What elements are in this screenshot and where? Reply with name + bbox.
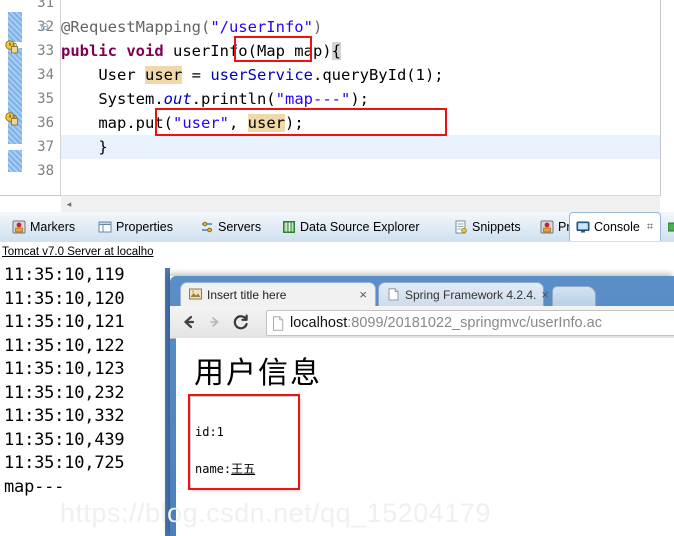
tab-markers[interactable]: Markers xyxy=(6,212,81,241)
close-brace-token: } xyxy=(98,138,108,156)
code-line-current: } xyxy=(61,135,660,159)
reload-button[interactable] xyxy=(228,309,254,335)
console-icon xyxy=(576,220,590,234)
line-number: 34 xyxy=(37,67,54,83)
punct-token: ) xyxy=(312,18,323,36)
servers-icon xyxy=(200,220,214,234)
close-tab-icon[interactable]: × xyxy=(541,287,549,302)
browser-tab-inactive[interactable]: Spring Framework 4.2.4. × xyxy=(378,282,549,306)
console-title: Tomcat v7.0 Server at localho xyxy=(2,246,154,258)
code-text-area[interactable]: @RequestMapping("/userInfo") public void… xyxy=(61,0,660,195)
tab-servers[interactable]: Servers xyxy=(194,212,267,241)
editor-horizontal-scrollbar[interactable]: ◂ xyxy=(61,195,660,212)
line-number: 33 xyxy=(37,43,54,59)
browser-tab-label: Spring Framework 4.2.4. xyxy=(405,287,537,302)
tab-console[interactable]: Console ⌗ xyxy=(569,212,661,241)
static-field-token: out xyxy=(163,90,192,108)
close-tab-icon[interactable]: × xyxy=(359,287,367,302)
console-view-menu-icon[interactable] xyxy=(662,212,674,241)
operator-token: = xyxy=(182,66,211,84)
tab-data-source-explorer[interactable]: Data Source Explorer xyxy=(276,212,426,241)
punct-token: ); xyxy=(350,90,369,108)
watermark: https://blog.csdn.net/qq_15204179 xyxy=(60,498,491,528)
string-token: "map---" xyxy=(275,90,351,108)
properties-icon xyxy=(98,220,112,234)
scroll-left-arrow[interactable]: ◂ xyxy=(63,198,75,210)
tab-label: Servers xyxy=(218,219,262,234)
field-token: userService xyxy=(210,66,313,84)
tab-label: Properties xyxy=(116,219,173,234)
code-editor[interactable]: 31 32 33 34 35 36 37 38 ⊖ @RequestMappin… xyxy=(0,0,674,212)
forward-button[interactable] xyxy=(202,309,228,335)
page-icon xyxy=(272,315,285,331)
problems-icon xyxy=(540,220,554,234)
system-token: System. xyxy=(98,90,164,108)
new-tab-button[interactable] xyxy=(552,286,596,307)
snippets-icon xyxy=(454,220,468,234)
code-line: public void userInfo(Map map){ xyxy=(61,39,660,63)
brace-token: { xyxy=(331,42,341,60)
markers-icon xyxy=(12,220,26,234)
code-line: @RequestMapping("/userInfo") xyxy=(61,15,660,39)
browser-window[interactable]: Insert title here × Spring Framework 4.2… xyxy=(170,276,674,536)
tab-label: Snippets xyxy=(472,219,521,234)
back-button[interactable] xyxy=(176,309,202,335)
address-bar-text: localhost:8099/20181022_springmvc/userIn… xyxy=(290,315,602,331)
highlight-box-user-info xyxy=(188,394,300,490)
console-title-text: Tomcat v7.0 Server at localho xyxy=(2,246,154,258)
terminal-icon xyxy=(667,220,674,234)
call-token: .queryById(1); xyxy=(312,66,444,84)
println-token: .println( xyxy=(191,90,276,108)
tab-properties[interactable]: Properties xyxy=(92,212,179,241)
browser-toolbar[interactable]: localhost:8099/20181022_springmvc/userIn… xyxy=(170,306,674,339)
line-number: 36 xyxy=(37,115,54,131)
data-source-explorer-icon xyxy=(282,220,296,234)
line-number: 37 xyxy=(37,139,54,155)
code-fold-toggle[interactable]: ⊖ xyxy=(40,15,52,39)
tab-label: Console xyxy=(594,220,640,234)
code-line: User user = userService.queryById(1); xyxy=(61,63,660,87)
favicon-icon xyxy=(189,288,202,301)
tab-label: Data Source Explorer xyxy=(300,219,420,234)
page-heading: 用户信息 xyxy=(194,356,322,391)
url-path: :8099/20181022_springmvc/userInfo.ac xyxy=(347,315,602,331)
line-number: 35 xyxy=(37,91,54,107)
editor-canvas[interactable]: 31 32 33 34 35 36 37 38 ⊖ @RequestMappin… xyxy=(0,0,661,196)
type-token: User xyxy=(98,66,145,84)
keyword-token: public void xyxy=(61,42,173,60)
browser-tab-active[interactable]: Insert title here × xyxy=(180,282,376,306)
tab-label: Markers xyxy=(30,219,76,234)
browser-tab-strip[interactable]: Insert title here × Spring Framework 4.2… xyxy=(170,276,674,307)
browser-tab-label: Insert title here xyxy=(207,287,287,302)
annotation-token: @RequestMapping( xyxy=(61,18,211,36)
string-token: "/userInfo" xyxy=(210,18,313,36)
highlight-box-map-param xyxy=(234,36,312,62)
view-tab-bar[interactable]: Markers Properties Servers Data Source E… xyxy=(0,212,674,243)
tab-snippets[interactable]: Snippets xyxy=(448,212,527,241)
favicon-icon xyxy=(387,288,400,301)
address-bar[interactable]: localhost:8099/20181022_springmvc/userIn… xyxy=(266,310,674,336)
line-number: 38 xyxy=(37,163,54,179)
local-var-token: user xyxy=(145,66,183,84)
close-icon[interactable]: ⌗ xyxy=(647,221,653,234)
warning-marker-icon[interactable] xyxy=(5,112,19,126)
url-host: localhost xyxy=(290,315,348,331)
line-number: 31 xyxy=(37,0,54,11)
highlight-box-map-put xyxy=(155,108,447,136)
warning-marker-icon[interactable] xyxy=(5,40,19,54)
